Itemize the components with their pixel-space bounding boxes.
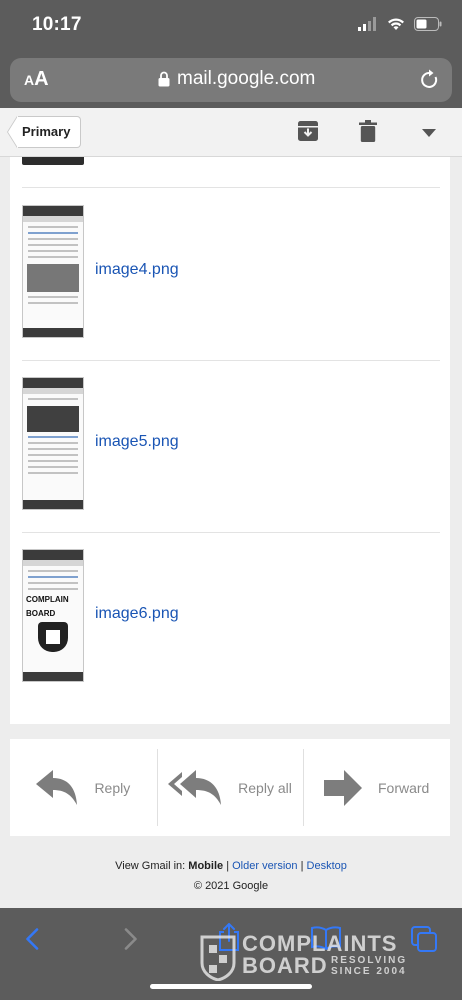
status-icons [358, 17, 442, 31]
separator: | [300, 860, 304, 872]
forward-nav-icon[interactable] [124, 928, 138, 950]
attachment-name-link[interactable]: image5.png [95, 433, 179, 451]
reply-button[interactable]: Reply [10, 739, 157, 836]
attachment-item[interactable]: COMPLAIN BOARD image6.png [22, 534, 440, 684]
delete-icon[interactable] [359, 120, 377, 142]
wifi-icon [388, 18, 404, 30]
view-in-prefix: View Gmail in: [115, 860, 186, 872]
aa-small: A [24, 72, 35, 88]
reply-all-button[interactable]: Reply all [156, 739, 304, 836]
text-size-button[interactable]: AA [24, 68, 49, 91]
watermark-shield-logo [200, 935, 236, 981]
watermark-tagline: RESOLVING SINCE 2004 [331, 955, 407, 977]
back-button-label: Primary [18, 116, 82, 148]
forward-icon [324, 769, 362, 806]
reply-label: Reply [94, 779, 131, 796]
reply-all-label: Reply all [238, 779, 292, 796]
copyright-text: © 2021 Google [193, 880, 269, 892]
watermark-line2: BOARD [242, 953, 328, 978]
watermark-side2: SINCE 2004 [331, 966, 407, 977]
back-icon[interactable] [25, 928, 39, 950]
divider [22, 532, 440, 533]
status-time: 10:17 [32, 14, 82, 35]
older-version-link[interactable]: Older version [232, 860, 297, 872]
attachment-item[interactable]: image5.png [22, 362, 440, 512]
home-indicator[interactable] [150, 984, 312, 989]
email-attachments-card: image4.png image5.png COMPLAIN BOARD ima… [10, 157, 450, 724]
view-gmail-in-row: View Gmail in: Mobile | Older version | … [0, 860, 462, 872]
reply-actions-bar: Reply Reply all Forward [10, 739, 450, 836]
thumbnail-shield-logo [38, 622, 68, 652]
divider [22, 187, 440, 188]
forward-button[interactable]: Forward [303, 739, 450, 836]
browser-address-area: AA mail.google.com [0, 52, 462, 108]
back-to-primary-button[interactable]: Primary [8, 116, 82, 148]
signal-icon [358, 17, 376, 31]
previous-attachment-thumbnail-edge [22, 157, 84, 165]
lock-icon [158, 71, 170, 87]
forward-label: Forward [378, 779, 430, 796]
desktop-link[interactable]: Desktop [307, 860, 347, 872]
more-options-dropdown-icon[interactable] [422, 129, 436, 137]
aa-big: A [34, 68, 49, 90]
thumbnail-logo-text-2: BOARD [26, 609, 56, 618]
thumbnail-logo-text-1: COMPLAIN [26, 595, 69, 604]
url-text: mail.google.com [177, 68, 316, 89]
attachment-name-link[interactable]: image6.png [95, 605, 179, 623]
gmail-toolbar: Primary [0, 108, 462, 157]
divider [22, 360, 440, 361]
complaintsboard-watermark: COMPLAINTS BOARD RESOLVING SINCE 2004 [200, 929, 415, 989]
separator: | [226, 860, 230, 872]
reply-icon [36, 769, 78, 805]
battery-icon [414, 17, 442, 31]
address-bar[interactable]: AA mail.google.com [10, 58, 452, 102]
attachment-thumbnail[interactable] [22, 205, 84, 338]
attachment-thumbnail[interactable] [22, 377, 84, 510]
view-mobile-current: Mobile [188, 860, 224, 872]
reply-all-icon [168, 769, 222, 805]
reload-icon[interactable] [420, 69, 440, 91]
archive-icon[interactable] [297, 120, 319, 142]
watermark-side1: RESOLVING [331, 955, 408, 966]
url-display[interactable]: mail.google.com [158, 68, 315, 90]
attachment-name-link[interactable]: image4.png [95, 261, 179, 279]
attachment-item[interactable]: image4.png [22, 190, 440, 340]
back-arrow-shape [8, 116, 18, 148]
watermark-line1: COMPLAINTS [242, 931, 398, 956]
attachment-thumbnail[interactable]: COMPLAIN BOARD [22, 549, 84, 682]
status-bar: 10:17 [0, 0, 462, 52]
